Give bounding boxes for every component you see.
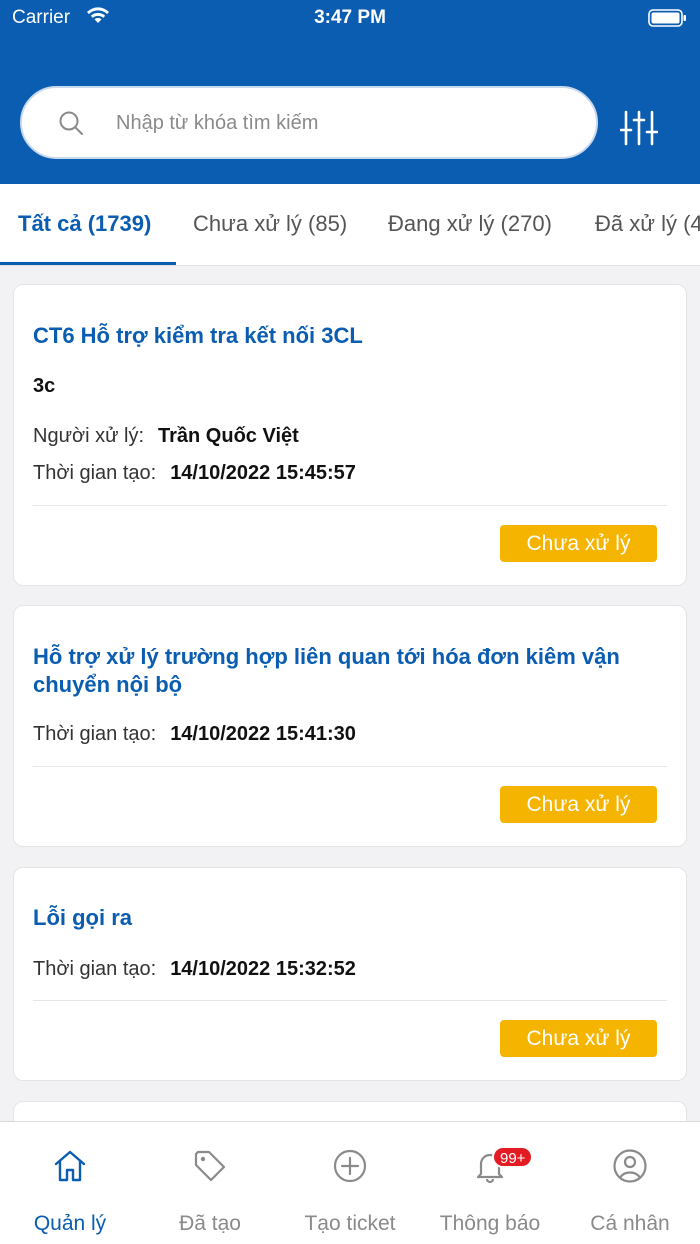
nav-label: Tạo ticket [304,1212,396,1235]
status-bar: Carrier 3:47 PM [0,0,700,36]
nav-item-manage[interactable]: Quản lý [0,1122,140,1244]
ticket-handler-row: Người xử lý: Trần Quốc Việt [33,425,299,448]
filter-sliders-icon[interactable] [620,110,658,146]
nav-label: Đã tạo [179,1212,241,1235]
ticket-card[interactable]: Lỗi gọi ra Thời gian tạo: 14/10/2022 15:3… [13,867,687,1081]
ticket-created-row: Thời gian tạo: 14/10/2022 15:32:52 [33,958,356,981]
status-badge[interactable]: Chưa xử lý [500,1020,657,1057]
handler-label: Người xử lý: [33,425,145,447]
tag-icon [194,1150,226,1182]
ticket-title: Hỗ trợ xử lý trường hợp liên quan tới hó… [33,644,620,697]
status-badge[interactable]: Chưa xử lý [500,786,657,823]
home-icon [54,1150,86,1182]
status-time: 3:47 PM [314,7,386,28]
nav-item-notifications[interactable]: 99+ Thông báo [420,1122,560,1244]
tab-pending[interactable]: Chưa xử lý (85) [193,211,347,237]
created-label: Thời gian tạo: [33,958,157,980]
status-tabs: Tất cả (1739) Chưa xử lý (85) Đang xử lý… [0,184,700,266]
app-header: Carrier 3:47 PM [0,0,700,184]
created-value: 14/10/2022 15:41:30 [170,723,356,745]
nav-item-profile[interactable]: Cá nhân [560,1122,700,1244]
tab-all[interactable]: Tất cả (1739) [18,211,151,237]
created-label: Thời gian tạo: [33,723,157,745]
status-badge[interactable]: Chưa xử lý [500,525,657,562]
ticket-title: CT6 Hỗ trợ kiểm tra kết nối 3CL [33,323,363,348]
ticket-title: Lỗi gọi ra [33,905,132,930]
handler-value: Trần Quốc Việt [158,425,299,447]
nav-item-create-ticket[interactable]: Tạo ticket [280,1122,420,1244]
battery-icon [648,9,686,27]
user-icon [613,1149,647,1183]
ticket-subtitle: 3c [33,375,56,397]
ticket-card[interactable]: Hỗ trợ xử lý trường hợp liên quan tới hó… [13,605,687,847]
nav-label: Cá nhân [590,1212,670,1235]
created-value: 14/10/2022 15:32:52 [170,958,356,980]
created-value: 14/10/2022 15:45:57 [170,462,356,484]
ticket-card[interactable]: CT6 Hỗ trợ kiểm tra kết nối 3CL 3c Người… [13,284,687,586]
plus-circle-icon [333,1149,367,1183]
tab-in-progress[interactable]: Đang xử lý (270) [388,211,552,237]
ticket-created-row: Thời gian tạo: 14/10/2022 15:45:57 [33,462,356,485]
search-icon [59,111,83,135]
nav-label: Thông báo [439,1212,541,1235]
bottom-navigation: Quản lý Đã tạo Tạo ticket 99+ Thông báo … [0,1121,700,1244]
card-divider [33,766,667,767]
tab-done[interactable]: Đã xử lý (4 [595,211,700,237]
nav-item-created[interactable]: Đã tạo [140,1122,280,1244]
search-bar[interactable] [20,86,598,159]
notification-count-badge: 99+ [492,1146,534,1168]
active-tab-indicator [0,262,176,265]
ticket-created-row: Thời gian tạo: 14/10/2022 15:41:30 [33,723,356,746]
created-label: Thời gian tạo: [33,462,157,484]
card-divider [33,505,667,506]
nav-label: Quản lý [33,1212,107,1235]
search-input[interactable] [116,108,556,138]
card-divider [33,1000,667,1001]
